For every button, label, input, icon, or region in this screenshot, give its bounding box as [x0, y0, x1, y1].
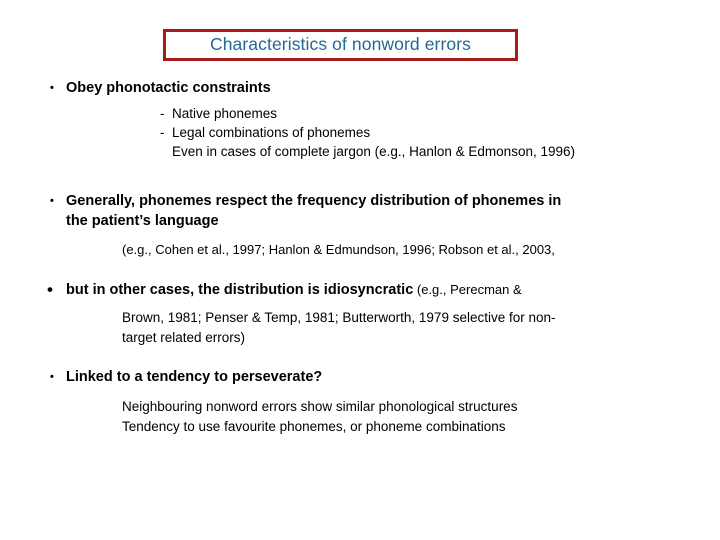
bullet-dot-icon: •	[50, 371, 54, 384]
bullet-dot-icon: •	[50, 82, 54, 94]
sub-item-native-phonemes-label: Native phonemes	[172, 106, 278, 121]
bullet-item-2-label-line2: the patient’s language	[66, 213, 219, 230]
sub-item-legal-combinations: - Legal combinations of phonemes	[0, 123, 720, 142]
page-title: Characteristics of nonword errors	[209, 34, 472, 55]
dash-marker-icon: -	[160, 125, 165, 141]
bullet-item-1-label: Obey phonotactic constraints	[66, 80, 271, 96]
detail-perseveration-line2: Tendency to use favourite phonemes, or p…	[122, 419, 506, 434]
bullet-item-3-citation-start: (e.g., Perecman &	[413, 282, 522, 298]
sub-item-native-phonemes: - Native phonemes	[0, 104, 720, 123]
citation-idiosyncratic-line2: target related errors)	[122, 329, 246, 345]
sub-item-jargon-note: Even in cases of complete jargon (e.g., …	[172, 144, 575, 160]
bullet-item-3: • but in other cases, the distribution i…	[0, 280, 720, 300]
section-frequency-distribution: • Generally, phonemes respect the freque…	[0, 191, 720, 260]
bullet-item-2: • Generally, phonemes respect the freque…	[0, 191, 720, 231]
citation-frequency-distribution: (e.g., Cohen et al., 1997; Hanlon & Edmu…	[122, 242, 555, 258]
dash-marker-icon: -	[160, 106, 165, 121]
bullet-item-4: • Linked to a tendency to perseverate?	[0, 367, 720, 387]
section-obey-phonotactic-constraints: • Obey phonotactic constraints - Native …	[0, 78, 720, 161]
detail-perseveration-line1: Neighbouring nonword errors show similar…	[122, 399, 518, 415]
bullet-item-4-label: Linked to a tendency to perseverate?	[66, 369, 323, 386]
slide: Characteristics of nonword errors • Obey…	[0, 0, 720, 540]
sub-item-legal-combinations-label: Legal combinations of phonemes	[172, 125, 371, 141]
bullet-dot-icon: •	[47, 280, 53, 300]
citation-idiosyncratic-line1: Brown, 1981; Penser & Temp, 1981; Butter…	[122, 310, 556, 326]
bullet-item-1: • Obey phonotactic constraints	[0, 78, 720, 98]
bullet-item-2-label-line1: Generally, phonemes respect the frequenc…	[66, 193, 562, 210]
bullet-dot-icon: •	[50, 195, 54, 208]
slide-body: • Obey phonotactic constraints - Native …	[0, 78, 720, 437]
slide-title-box: Characteristics of nonword errors	[163, 29, 518, 61]
section-perseveration: • Linked to a tendency to perseverate? N…	[0, 367, 720, 436]
bullet-item-3-label: but in other cases, the distribution is …	[66, 282, 414, 299]
section-idiosyncratic-distribution: • but in other cases, the distribution i…	[0, 280, 720, 347]
